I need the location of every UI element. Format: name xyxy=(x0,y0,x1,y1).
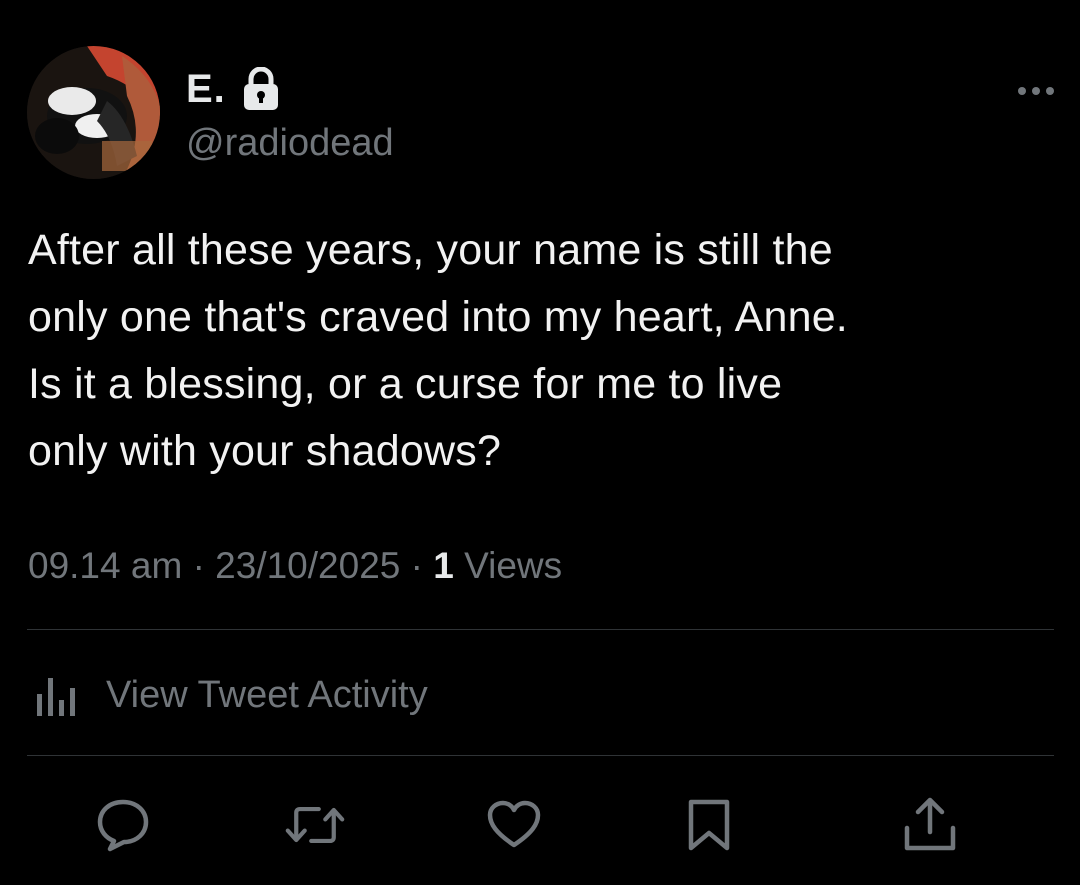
tweet-date[interactable]: 23/10/2025 xyxy=(215,545,400,586)
lock-icon xyxy=(242,66,280,111)
share-button[interactable] xyxy=(900,795,960,855)
tweet-text-line: only with your shadows? xyxy=(28,427,502,475)
retweet-icon xyxy=(285,806,345,844)
user-handle[interactable]: @radiodead xyxy=(186,122,394,165)
reply-button[interactable] xyxy=(93,795,153,855)
bookmark-button[interactable] xyxy=(679,795,739,855)
avatar[interactable] xyxy=(27,46,160,179)
meta-separator: · xyxy=(410,545,423,586)
like-button[interactable] xyxy=(484,795,544,855)
activity-label: View Tweet Activity xyxy=(106,673,428,716)
views-label: Views xyxy=(464,545,563,586)
tweet-text-line: After all these years, your name is stil… xyxy=(28,226,833,274)
views-count: 1 xyxy=(433,545,454,586)
bookmark-icon xyxy=(688,799,730,851)
reply-icon xyxy=(97,799,149,852)
divider xyxy=(27,755,1054,756)
avatar-image xyxy=(27,46,160,179)
tweet-text: After all these years, your name is stil… xyxy=(28,217,1058,485)
bar-chart-icon xyxy=(34,672,84,718)
share-icon xyxy=(904,797,956,851)
tweet-text-line: only one that's craved into my heart, An… xyxy=(28,293,848,341)
view-tweet-activity-button[interactable]: View Tweet Activity xyxy=(34,670,428,720)
tweet-text-line: Is it a blessing, or a curse for me to l… xyxy=(28,360,783,408)
divider xyxy=(27,629,1054,630)
more-options-icon[interactable] xyxy=(1016,84,1056,98)
author-name-row[interactable]: E. xyxy=(186,64,280,114)
heart-icon xyxy=(487,800,541,848)
display-name[interactable]: E. xyxy=(186,67,226,112)
retweet-button[interactable] xyxy=(285,795,345,855)
meta-separator: · xyxy=(192,545,205,586)
tweet-meta: 09.14 am · 23/10/2025 · 1 Views xyxy=(28,545,562,587)
tweet-time[interactable]: 09.14 am xyxy=(28,545,182,586)
